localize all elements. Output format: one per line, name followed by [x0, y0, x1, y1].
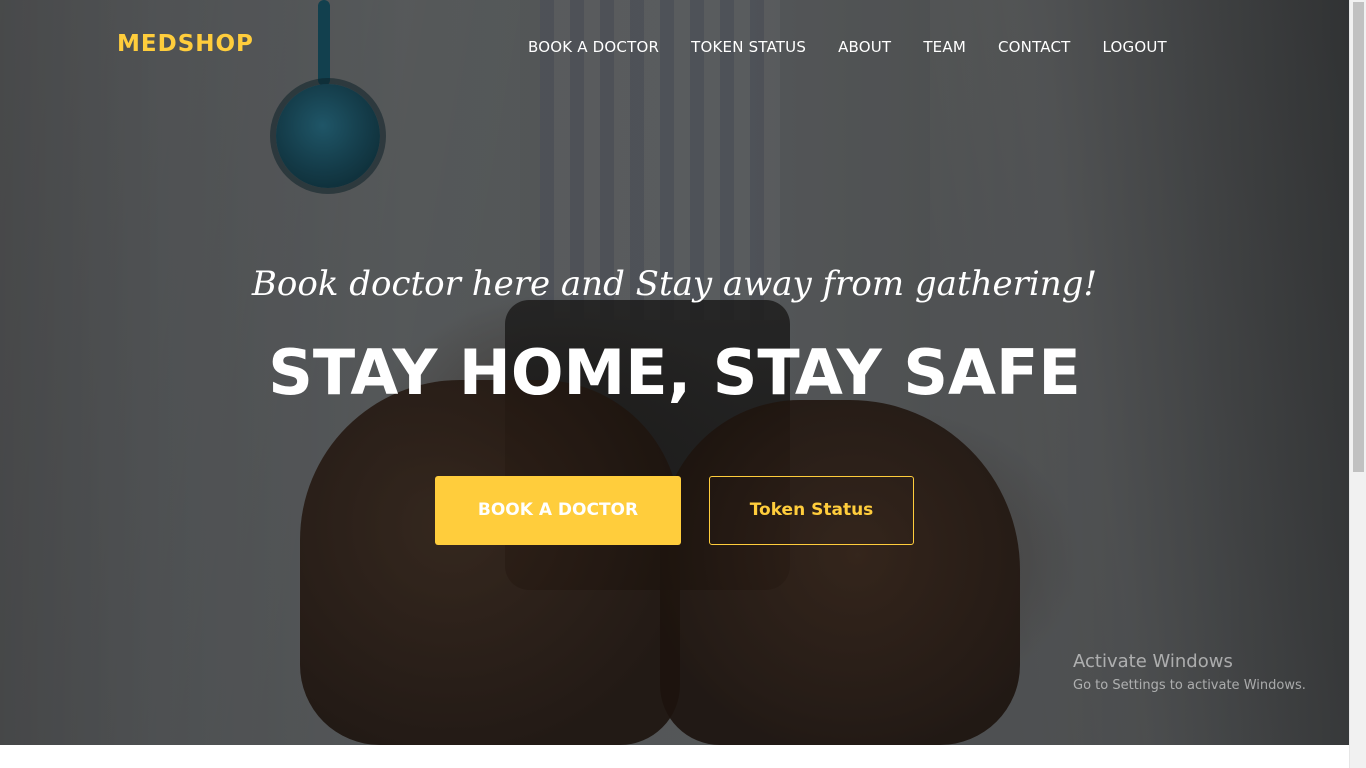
hero-subtitle: Book doctor here and Stay away from gath…	[251, 264, 1098, 304]
nav-token-status[interactable]: TOKEN STATUS	[675, 38, 822, 56]
nav-logout[interactable]: LOGOUT	[1087, 38, 1183, 56]
activate-windows-watermark: Activate Windows Go to Settings to activ…	[1073, 651, 1306, 693]
nav-book-a-doctor[interactable]: BOOK A DOCTOR	[512, 38, 675, 56]
watermark-subtitle: Go to Settings to activate Windows.	[1073, 678, 1306, 693]
nav-contact[interactable]: CONTACT	[982, 38, 1087, 56]
site-logo[interactable]: MEDSHOP	[117, 31, 254, 57]
watermark-title: Activate Windows	[1073, 651, 1233, 672]
page-bottom-area	[0, 745, 1349, 768]
hero-headline: STAY HOME, STAY SAFE	[268, 336, 1081, 409]
nav-team[interactable]: TEAM	[907, 38, 982, 56]
scrollbar-thumb[interactable]	[1353, 2, 1364, 472]
book-a-doctor-button[interactable]: BOOK A DOCTOR	[435, 476, 681, 545]
vertical-scrollbar[interactable]	[1349, 0, 1366, 768]
token-status-button[interactable]: Token Status	[709, 476, 914, 545]
main-nav: BOOK A DOCTOR TOKEN STATUS ABOUT TEAM CO…	[512, 36, 1183, 58]
nav-about[interactable]: ABOUT	[822, 38, 907, 56]
